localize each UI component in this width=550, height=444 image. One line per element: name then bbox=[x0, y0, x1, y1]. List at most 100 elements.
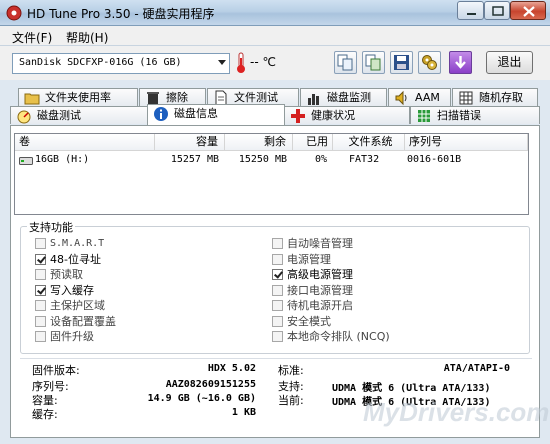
current-mode-label: 当前: bbox=[278, 394, 304, 407]
tab-error-scan[interactable]: 扫描错误 bbox=[410, 106, 540, 124]
checkbox-unchecked-icon[interactable] bbox=[272, 285, 283, 296]
firmware-label: 固件版本: bbox=[32, 364, 80, 377]
checkbox-unchecked-icon[interactable] bbox=[272, 254, 283, 265]
window-title: HD Tune Pro 3.50 - 硬盘实用程序 bbox=[27, 7, 215, 21]
speaker-icon bbox=[395, 90, 407, 106]
drive-icon bbox=[19, 157, 33, 165]
supported-mode-value: UDMA 模式 6 (Ultra ATA/133) bbox=[332, 383, 491, 394]
column-header-capacity[interactable]: 容量 bbox=[155, 134, 225, 151]
save-button[interactable] bbox=[390, 51, 413, 74]
tab-random-access[interactable]: 随机存取 bbox=[452, 88, 538, 106]
capacity-value: 14.9 GB (~16.0 GB) bbox=[147, 393, 256, 404]
checkbox-unchecked-icon[interactable] bbox=[272, 316, 283, 327]
tab-health[interactable]: 健康状况 bbox=[284, 106, 410, 124]
cache-value: 1 KB bbox=[231, 407, 256, 418]
copy-icon bbox=[337, 54, 353, 71]
serial-value: AAZ082609151255 bbox=[165, 379, 256, 390]
standard-label: 标准: bbox=[278, 364, 304, 377]
chevron-down-icon bbox=[218, 60, 226, 65]
divider bbox=[20, 358, 532, 359]
checkbox-checked-icon[interactable] bbox=[35, 254, 46, 265]
arrow-down-icon bbox=[455, 56, 466, 69]
checkbox-unchecked-icon[interactable] bbox=[35, 300, 46, 311]
column-header-serial[interactable]: 序列号 bbox=[405, 134, 528, 151]
folder-icon bbox=[24, 93, 40, 105]
options-button[interactable] bbox=[418, 51, 441, 74]
checkbox-unchecked-icon[interactable] bbox=[272, 238, 283, 249]
close-button[interactable] bbox=[510, 1, 546, 20]
maximize-button[interactable] bbox=[484, 1, 510, 20]
info-icon bbox=[154, 107, 168, 121]
minimize-button[interactable] bbox=[457, 1, 484, 20]
bar-chart-icon bbox=[308, 94, 319, 105]
tab-benchmark[interactable]: 磁盘测试 bbox=[10, 106, 148, 124]
tab-label: 健康状况 bbox=[311, 109, 355, 122]
feature-label: 高级电源管理 bbox=[287, 268, 353, 281]
checkbox-checked-icon[interactable] bbox=[272, 269, 283, 280]
cell-free: 15250 MB bbox=[238, 154, 287, 165]
feature-label: 电源管理 bbox=[287, 253, 331, 266]
title-bar: HD Tune Pro 3.50 - 硬盘实用程序 bbox=[0, 0, 550, 26]
copy-image-icon bbox=[365, 54, 381, 71]
feature-label: 写入缓存 bbox=[50, 284, 94, 297]
tab-label: 文件夹使用率 bbox=[45, 91, 111, 104]
scan-grid-icon bbox=[418, 110, 430, 122]
tab-label: 磁盘测试 bbox=[37, 109, 81, 122]
menu-help[interactable]: 帮助(H) bbox=[66, 29, 108, 46]
tab-disk-monitor[interactable]: 磁盘监测 bbox=[300, 88, 387, 106]
toolbar: SanDisk SDCFXP-016G (16 GB) -- ℃ 退出 bbox=[0, 46, 550, 80]
red-cross-icon bbox=[291, 109, 305, 123]
drive-select[interactable]: SanDisk SDCFXP-016G (16 GB) bbox=[12, 53, 230, 74]
checkbox-unchecked-icon[interactable] bbox=[35, 331, 46, 342]
tab-label: AAM bbox=[415, 91, 440, 104]
app-icon bbox=[6, 5, 22, 21]
firmware-value: HDX 5.02 bbox=[207, 363, 256, 374]
gears-icon bbox=[422, 55, 437, 70]
tab-label: 磁盘监测 bbox=[327, 91, 371, 104]
feature-label: 待机电源开启 bbox=[287, 299, 353, 312]
maximize-icon bbox=[492, 6, 504, 16]
column-header-filesystem[interactable]: 文件系统 bbox=[333, 134, 405, 151]
column-header-free[interactable]: 剩余 bbox=[225, 134, 293, 151]
feature-label: 本地命令排队 (NCQ) bbox=[287, 330, 390, 343]
feature-label: 48-位寻址 bbox=[50, 253, 101, 266]
standard-value: ATA/ATAPI-0 bbox=[443, 363, 510, 374]
checkbox-unchecked-icon[interactable] bbox=[272, 331, 283, 342]
floppy-disk-icon bbox=[394, 55, 409, 70]
feature-label: 安全模式 bbox=[287, 315, 331, 328]
feature-label: 主保护区域 bbox=[50, 299, 105, 312]
tab-label: 磁盘信息 bbox=[174, 107, 218, 120]
cell-capacity: 15257 MB bbox=[170, 154, 219, 165]
copy-text-button[interactable] bbox=[334, 51, 357, 74]
tab-info[interactable]: 磁盘信息 bbox=[147, 104, 285, 125]
close-icon bbox=[523, 6, 535, 17]
watermark-text: MyDrivers.com bbox=[363, 397, 550, 427]
cell-filesystem: FAT32 bbox=[349, 154, 380, 165]
copy-screenshot-button[interactable] bbox=[362, 51, 385, 74]
tab-aam[interactable]: AAM bbox=[388, 88, 451, 106]
checkbox-unchecked-icon[interactable] bbox=[35, 238, 46, 249]
exit-button[interactable]: 退出 bbox=[486, 51, 533, 74]
column-header-volume[interactable]: 卷 bbox=[15, 134, 155, 151]
menu-file[interactable]: 文件(F) bbox=[12, 29, 52, 46]
checkbox-unchecked-icon[interactable] bbox=[272, 300, 283, 311]
checkbox-unchecked-icon[interactable] bbox=[35, 269, 46, 280]
gauge-icon bbox=[17, 110, 31, 124]
grid-icon bbox=[459, 91, 473, 105]
checkbox-unchecked-icon[interactable] bbox=[35, 316, 46, 327]
checkbox-checked-icon[interactable] bbox=[35, 285, 46, 296]
tab-strip: 文件夹使用率 擦除 文件测试 磁盘监测 AAM 随机存取 磁盘测试 磁盘信息 健… bbox=[10, 84, 542, 128]
cell-serial: 0016-601B bbox=[407, 154, 462, 165]
cell-volume: 16GB (H:) bbox=[35, 154, 90, 165]
cell-used: 0% bbox=[314, 154, 327, 165]
tab-label: 文件测试 bbox=[234, 91, 278, 104]
download-button[interactable] bbox=[449, 51, 472, 74]
drive-select-value: SanDisk SDCFXP-016G (16 GB) bbox=[19, 57, 182, 68]
features-title: 支持功能 bbox=[27, 219, 75, 235]
tab-folder-usage[interactable]: 文件夹使用率 bbox=[18, 88, 138, 106]
tab-label: 随机存取 bbox=[479, 91, 523, 104]
volume-table[interactable]: 卷 容量 剩余 已用 文件系统 序列号 16GB (H:) 15257 MB 1… bbox=[14, 133, 529, 215]
column-header-used[interactable]: 已用 bbox=[293, 134, 333, 151]
feature-label: 自动噪音管理 bbox=[287, 237, 353, 250]
temperature-readout: -- ℃ bbox=[250, 55, 276, 69]
